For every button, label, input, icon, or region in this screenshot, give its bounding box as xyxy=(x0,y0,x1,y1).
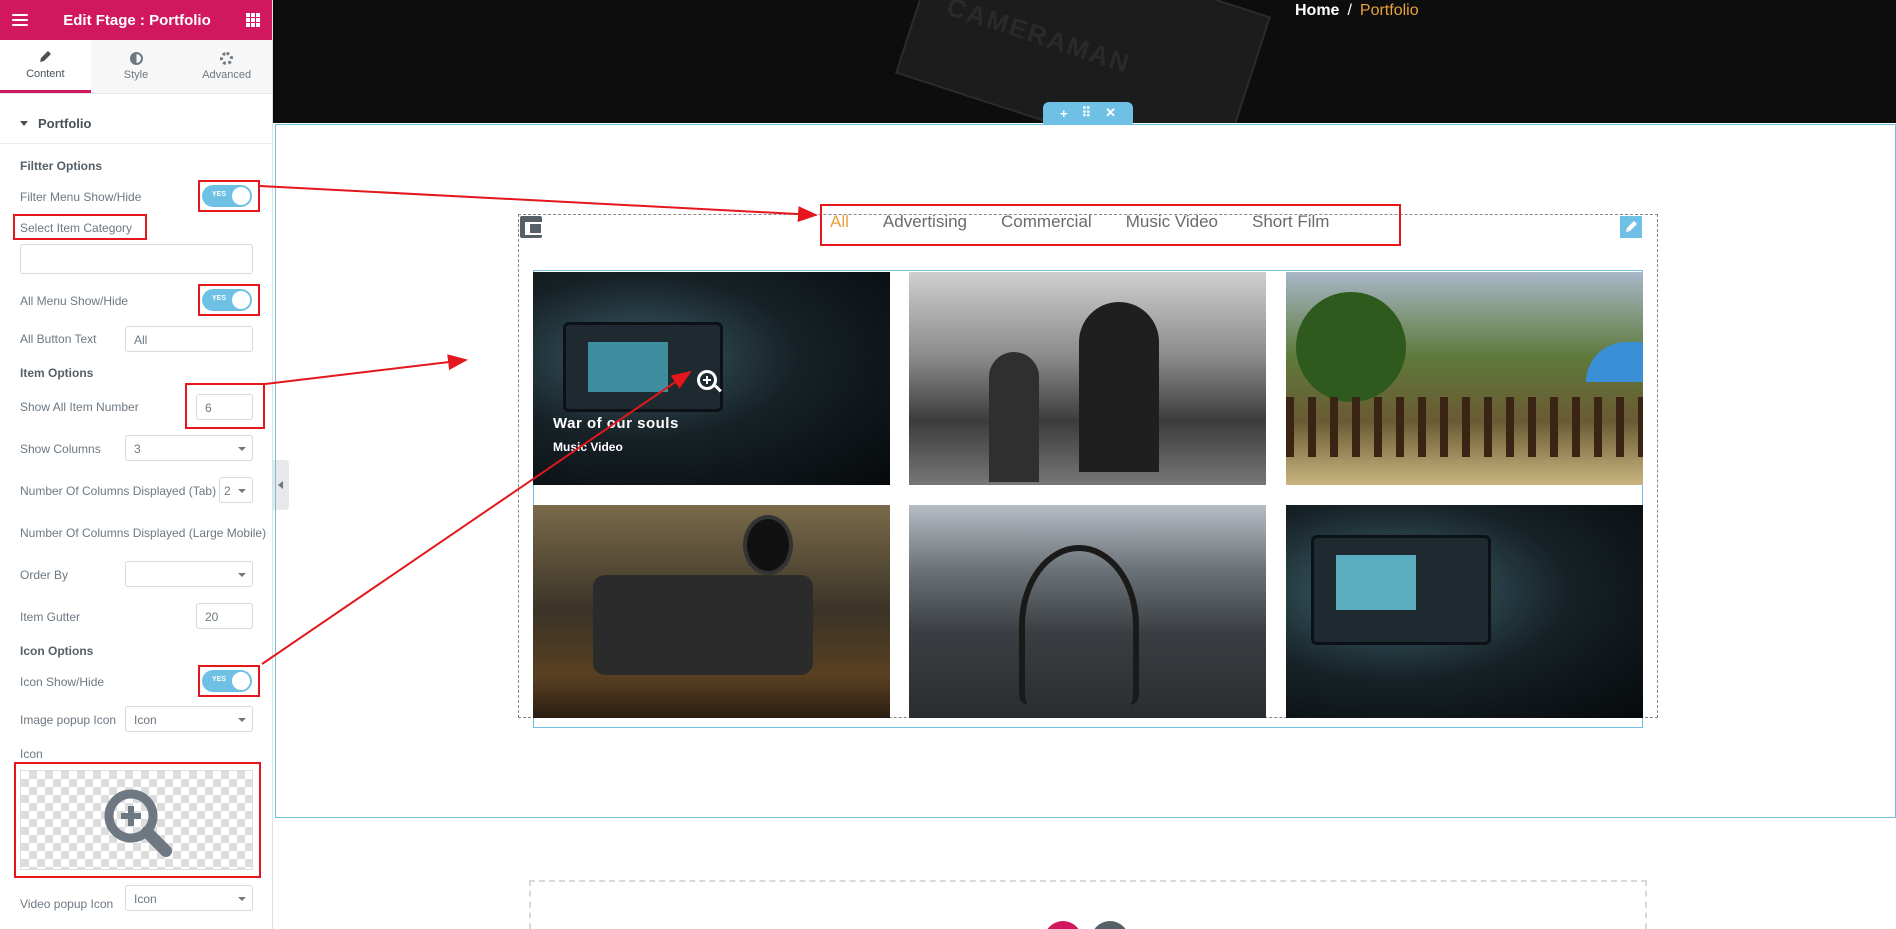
annotation-arrows xyxy=(259,185,818,665)
editor-window: Edit Ftage : Portfolio Content Style Adv… xyxy=(0,0,1896,929)
add-section-area xyxy=(529,880,1647,929)
